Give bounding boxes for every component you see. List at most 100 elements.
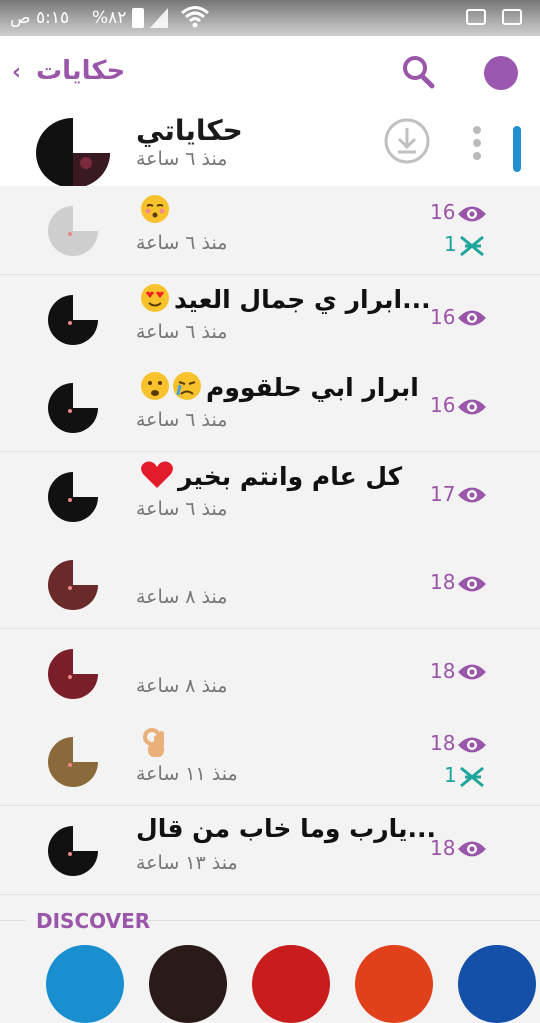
eye-icon — [455, 393, 487, 417]
app-header: ‹ حكايات — [0, 36, 540, 108]
view-count-value: 18 — [430, 658, 456, 683]
view-count-value: 16 — [430, 393, 456, 417]
eye-icon — [455, 482, 487, 506]
view-count-value: 17 — [430, 481, 456, 506]
red-heart-icon — [140, 460, 174, 496]
share-icon — [457, 232, 485, 256]
story-thumbnail — [48, 737, 98, 787]
chevron-left-icon: ‹ — [12, 60, 22, 85]
story-row[interactable]: ابرار ابي حلقووم منذ ٦ ساعة 16 — [0, 363, 540, 452]
share-count: 1 — [444, 232, 485, 257]
story-title: يارب وما خاب من قال... — [136, 814, 436, 843]
story-row[interactable]: منذ ٨ ساعة 18 — [0, 628, 540, 718]
my-story-time: منذ ٦ ساعة — [136, 148, 228, 170]
story-thumbnail — [48, 648, 98, 699]
bbm-icon — [502, 9, 522, 25]
discover-channel[interactable] — [355, 945, 433, 1023]
wifi-icon — [180, 4, 210, 35]
view-count: 16 — [430, 200, 487, 224]
discover-label: DISCOVER — [36, 909, 151, 933]
story-time: منذ ٨ ساعة — [136, 674, 228, 697]
back-label: حكايات — [36, 56, 126, 86]
story-thumbnail — [48, 206, 98, 256]
eye-icon — [455, 836, 487, 860]
story-time: منذ ٦ ساعة — [136, 320, 228, 343]
status-time: ٥:١٥ ص — [10, 8, 70, 28]
story-thumbnail — [48, 294, 98, 345]
download-icon[interactable] — [383, 117, 431, 165]
battery-indicator: %٨٢ — [92, 8, 144, 28]
heart-eyes-icon — [140, 283, 170, 319]
story-row[interactable]: منذ ٦ ساعة 16 1 — [0, 186, 540, 275]
kiss-face-icon — [140, 194, 170, 230]
view-count-value: 18 — [430, 731, 456, 755]
share-count: 1 — [444, 763, 485, 788]
view-count: 18 — [430, 570, 487, 594]
view-count-value: 16 — [430, 304, 456, 329]
story-time: منذ ٦ ساعة — [136, 232, 228, 254]
story-row[interactable]: منذ ١١ ساعة 18 1 — [0, 717, 540, 806]
scrollbar[interactable] — [513, 126, 521, 172]
story-row[interactable]: ابرار ي جمال العيد... منذ ٦ ساعة 16 — [0, 274, 540, 364]
discover-section: DISCOVER — [0, 905, 540, 1023]
story-time: منذ ١٣ ساعة — [136, 851, 238, 874]
view-count: 16 — [430, 305, 487, 329]
discover-channel[interactable] — [149, 945, 227, 1023]
story-time: منذ ٦ ساعة — [136, 497, 228, 520]
story-time: منذ ١١ ساعة — [136, 763, 238, 785]
share-count-value: 1 — [444, 232, 457, 256]
eye-icon — [455, 570, 487, 594]
story-time: منذ ٨ ساعة — [136, 586, 228, 608]
eye-icon — [455, 731, 487, 755]
share-icon — [457, 763, 485, 787]
view-count: 18 — [430, 731, 487, 755]
story-title — [136, 194, 174, 230]
view-count: 16 — [430, 393, 487, 417]
battery-icon — [131, 8, 144, 28]
search-icon[interactable] — [400, 54, 436, 90]
eye-icon — [455, 305, 487, 329]
story-title-text: ابرار ي جمال العيد... — [174, 284, 431, 314]
profile-avatar[interactable] — [484, 56, 518, 90]
battery-level: %٨٢ — [92, 8, 127, 28]
status-bar: ٥:١٥ ص %٨٢ — [0, 0, 540, 36]
my-story-thumbnail — [36, 118, 110, 188]
back-button[interactable]: ‹ حكايات — [0, 36, 140, 108]
story-title: ابرار ي جمال العيد... — [136, 283, 431, 319]
story-row[interactable]: منذ ٨ ساعة 18 — [0, 540, 540, 629]
discover-channel[interactable] — [458, 945, 536, 1023]
divider — [0, 920, 26, 921]
my-story-title: حكاياتي — [136, 114, 243, 147]
bbm-icon — [466, 9, 486, 25]
story-thumbnail — [48, 471, 98, 522]
story-title-text: كل عام وانتم بخير — [178, 461, 403, 491]
signal-icon — [148, 6, 170, 35]
view-count-value: 16 — [430, 200, 456, 224]
my-story-row[interactable]: حكاياتي منذ ٦ ساعة — [0, 108, 540, 188]
story-title — [136, 725, 174, 765]
divider — [148, 920, 540, 921]
crying-face-icon — [140, 371, 202, 407]
discover-channel[interactable] — [252, 945, 330, 1023]
eye-icon — [455, 200, 487, 224]
story-thumbnail — [48, 825, 98, 876]
story-thumbnail — [48, 560, 98, 610]
story-title-text: ابرار ابي حلقووم — [206, 373, 419, 402]
view-count: 17 — [430, 482, 487, 506]
view-count: 18 — [430, 836, 487, 860]
view-count-value: 18 — [430, 570, 456, 594]
story-title: ابرار ابي حلقووم — [136, 371, 419, 407]
discover-channel[interactable] — [46, 945, 124, 1023]
story-row[interactable]: يارب وما خاب من قال... منذ ١٣ ساعة 18 — [0, 805, 540, 895]
story-time: منذ ٦ ساعة — [136, 409, 228, 431]
story-thumbnail — [48, 383, 98, 433]
ok-hand-icon — [140, 725, 170, 765]
eye-icon — [455, 659, 487, 683]
share-count-value: 1 — [444, 763, 457, 787]
view-count: 18 — [430, 659, 487, 683]
menu-dots-icon[interactable] — [470, 124, 484, 164]
story-title-text: يارب وما خاب من قال... — [136, 813, 436, 843]
story-title: كل عام وانتم بخير — [136, 460, 402, 496]
story-row[interactable]: كل عام وانتم بخير منذ ٦ ساعة 17 — [0, 451, 540, 541]
view-count-value: 18 — [430, 835, 456, 860]
